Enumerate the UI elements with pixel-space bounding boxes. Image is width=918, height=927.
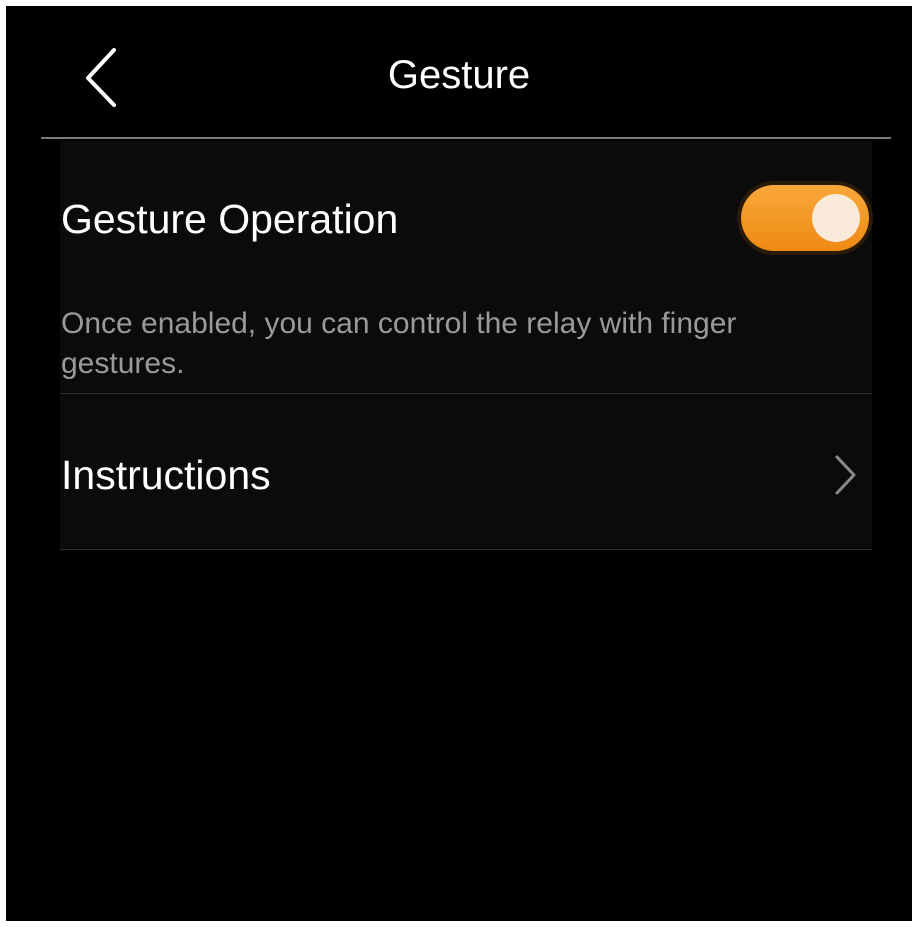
instructions-row[interactable]: Instructions <box>60 394 872 548</box>
page-title: Gesture <box>387 53 531 97</box>
header-divider <box>41 137 891 139</box>
top-bar: Gesture <box>6 6 912 139</box>
toggle-knob <box>812 194 860 242</box>
row-divider <box>60 549 872 550</box>
instructions-label: Instructions <box>61 452 271 498</box>
chevron-right-icon <box>832 454 858 496</box>
app-screen: Gesture Gesture Operation Once enabled, … <box>6 6 912 921</box>
gesture-operation-label: Gesture Operation <box>61 196 399 242</box>
gesture-operation-toggle[interactable] <box>741 185 869 251</box>
gesture-operation-description: Once enabled, you can control the relay … <box>61 307 737 380</box>
